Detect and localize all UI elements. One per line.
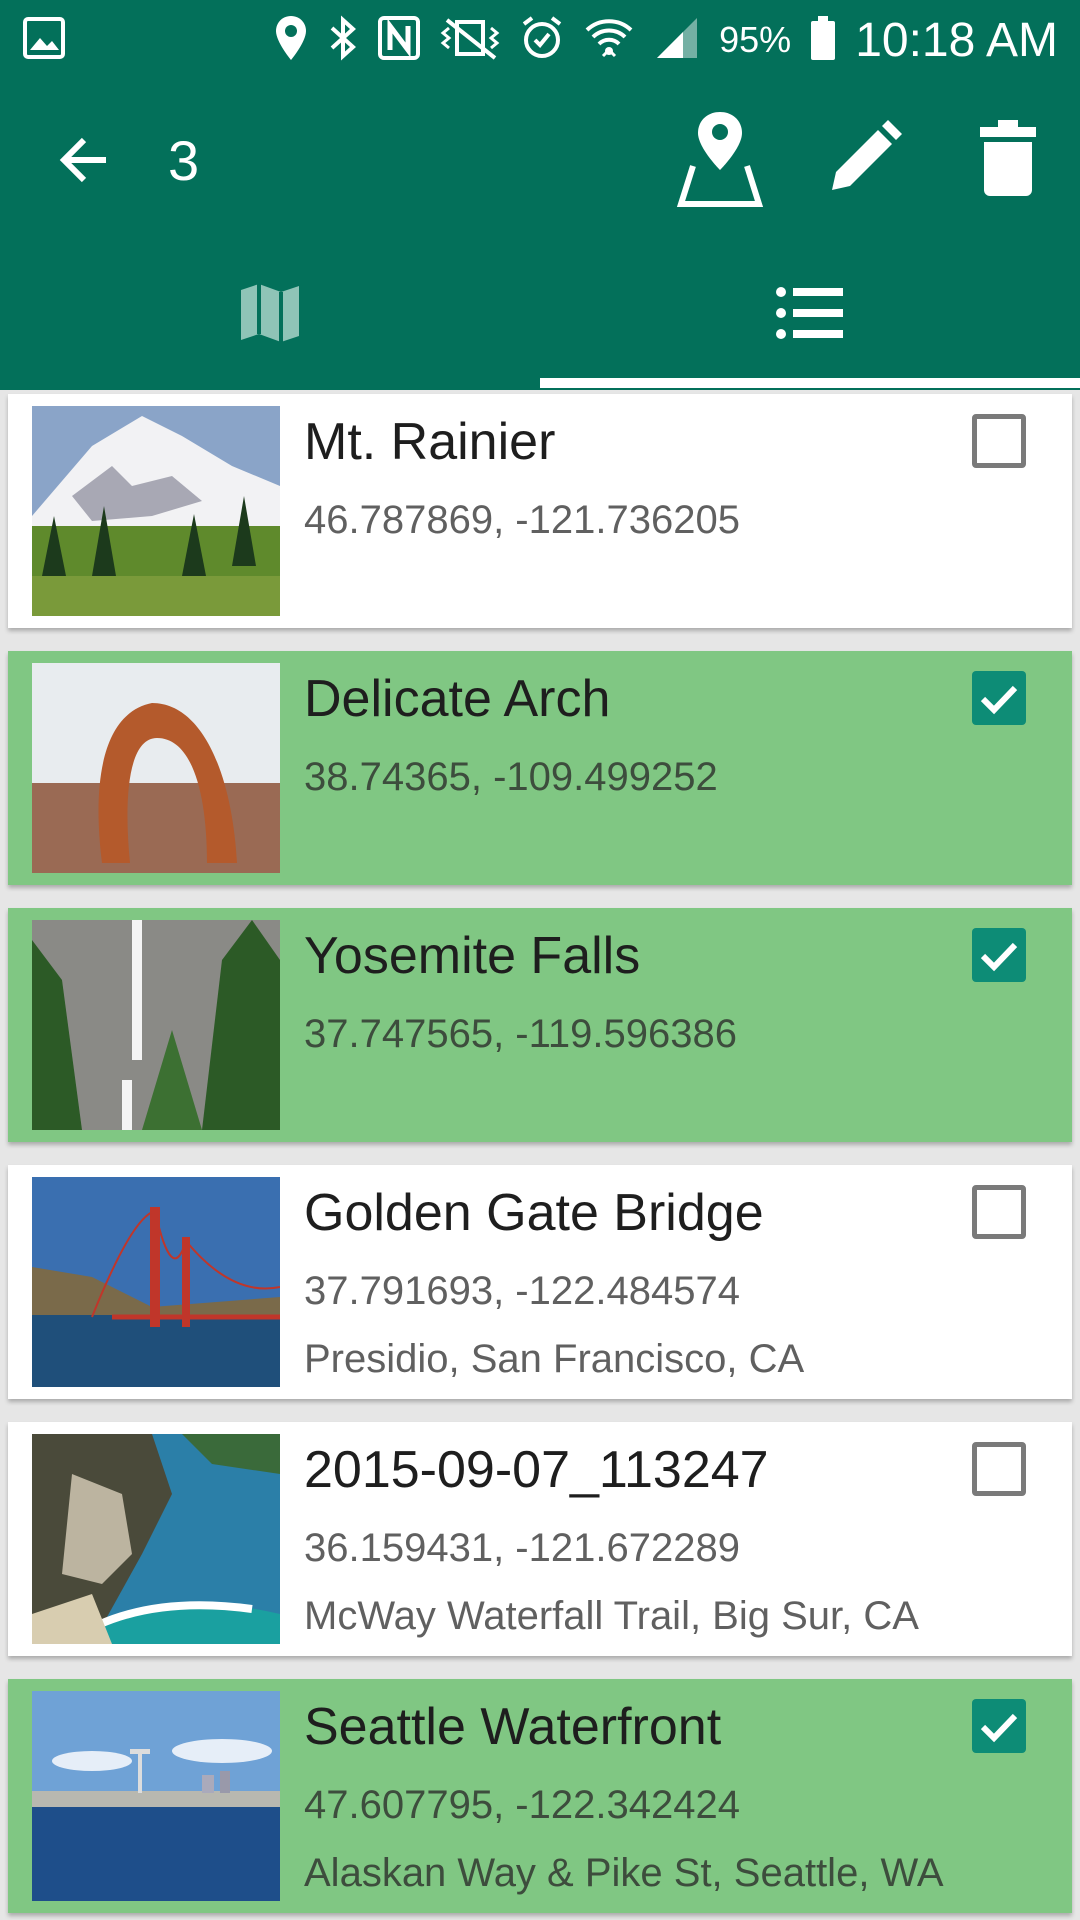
place-title: Golden Gate Bridge xyxy=(304,1184,764,1242)
place-title: Mt. Rainier xyxy=(304,413,556,471)
map-pin-icon xyxy=(675,108,765,213)
item-checkbox[interactable] xyxy=(972,1185,1026,1239)
item-checkbox[interactable] xyxy=(972,928,1026,982)
place-address: Presidio, San Francisco, CA xyxy=(304,1337,805,1381)
edit-button[interactable] xyxy=(814,110,914,210)
place-address: McWay Waterfall Trail, Big Sur, CA xyxy=(304,1594,919,1638)
tab-indicator xyxy=(540,378,1080,388)
nfc-icon xyxy=(377,14,421,67)
thumbnail-golden-gate-bridge xyxy=(32,1177,280,1387)
gallery-icon xyxy=(22,16,66,65)
item-checkbox[interactable] xyxy=(972,1442,1026,1496)
thumbnail-mcway-falls xyxy=(32,1434,280,1644)
signal-icon xyxy=(653,14,701,67)
list-item[interactable]: Golden Gate Bridge 37.791693, -122.48457… xyxy=(8,1165,1072,1399)
list-item[interactable]: Yosemite Falls 37.747565, -119.596386 xyxy=(8,908,1072,1142)
place-title: 2015-09-07_113247 xyxy=(304,1441,769,1499)
thumbnail-delicate-arch xyxy=(32,663,280,873)
status-bar: 95% 10:18 AM xyxy=(0,0,1080,80)
clock: 10:18 AM xyxy=(855,13,1058,67)
delete-icon xyxy=(976,118,1040,203)
location-icon xyxy=(273,14,309,67)
place-address: Alaskan Way & Pike St, Seattle, WA xyxy=(304,1851,944,1895)
place-title: Delicate Arch xyxy=(304,670,611,728)
map-pin-button[interactable] xyxy=(670,110,770,210)
wifi-icon xyxy=(583,14,635,67)
tab-list[interactable] xyxy=(540,240,1080,390)
vibrate-icon xyxy=(439,14,501,67)
back-arrow-icon[interactable] xyxy=(56,132,112,188)
selected-count: 3 xyxy=(168,129,200,192)
edit-icon xyxy=(824,118,904,203)
place-coords: 38.74365, -109.499252 xyxy=(304,755,718,799)
map-icon xyxy=(237,280,303,351)
place-coords: 47.607795, -122.342424 xyxy=(304,1783,740,1827)
place-coords: 36.159431, -121.672289 xyxy=(304,1526,740,1570)
place-title: Yosemite Falls xyxy=(304,927,641,985)
place-coords: 46.787869, -121.736205 xyxy=(304,498,740,542)
delete-button[interactable] xyxy=(958,110,1058,210)
list-item[interactable]: 2015-09-07_113247 36.159431, -121.672289… xyxy=(8,1422,1072,1656)
item-checkbox[interactable] xyxy=(972,1699,1026,1753)
tab-bar xyxy=(0,240,1080,390)
list-item[interactable]: Delicate Arch 38.74365, -109.499252 xyxy=(8,651,1072,885)
place-coords: 37.747565, -119.596386 xyxy=(304,1012,737,1056)
tab-map[interactable] xyxy=(0,240,540,390)
list-icon xyxy=(775,285,845,346)
list-item[interactable]: Mt. Rainier 46.787869, -121.736205 xyxy=(8,394,1072,628)
item-checkbox[interactable] xyxy=(972,671,1026,725)
thumbnail-yosemite-falls xyxy=(32,920,280,1130)
item-checkbox[interactable] xyxy=(972,414,1026,468)
thumbnail-mt-rainier xyxy=(32,406,280,616)
places-list[interactable]: Mt. Rainier 46.787869, -121.736205 Delic… xyxy=(0,390,1080,1920)
bluetooth-icon xyxy=(327,14,359,67)
battery-percent: 95% xyxy=(719,19,792,60)
battery-icon xyxy=(809,14,837,67)
list-item[interactable]: Seattle Waterfront 47.607795, -122.34242… xyxy=(8,1679,1072,1913)
place-coords: 37.791693, -122.484574 xyxy=(304,1269,740,1313)
thumbnail-seattle-waterfront xyxy=(32,1691,280,1901)
place-title: Seattle Waterfront xyxy=(304,1698,722,1756)
app-bar: 3 xyxy=(0,80,1080,240)
alarm-icon xyxy=(519,14,565,67)
